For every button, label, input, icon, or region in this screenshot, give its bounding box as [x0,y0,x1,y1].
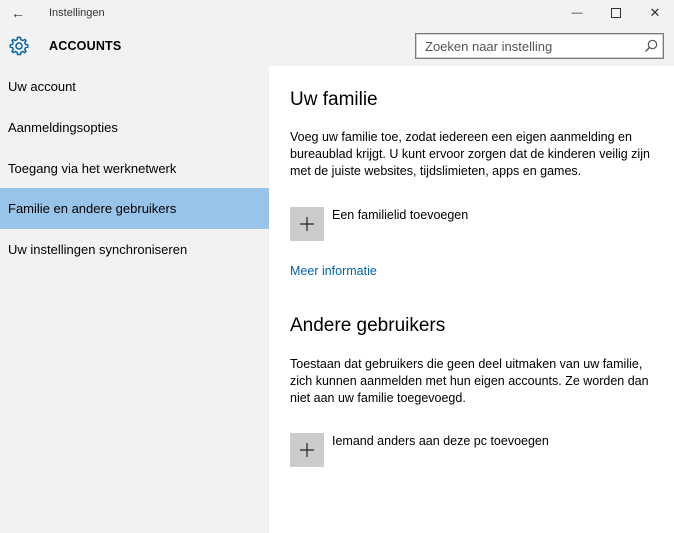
plus-icon [290,433,324,467]
settings-header: ACCOUNTS [0,26,674,66]
sidebar-item-label: Toegang via het werknetwerk [8,161,177,176]
sidebar-item-label: Uw account [8,79,76,94]
back-button[interactable]: ← [0,0,36,26]
search-input[interactable] [417,35,639,57]
family-heading: Uw familie [290,89,378,110]
sidebar: Uw account Aanmeldingsopties Toegang via… [0,66,269,533]
add-other-user-button[interactable]: Iemand anders aan deze pc toevoegen [290,433,660,467]
family-description: Voeg uw familie toe, zodat iedereen een … [290,130,650,178]
add-family-member-button[interactable]: Een familielid toevoegen [290,207,660,241]
other-users-description: Toestaan dat gebruikers die geen deel ui… [290,357,649,405]
window-title: Instellingen [49,7,105,19]
back-arrow-icon: ← [11,5,25,21]
sidebar-item-label: Familie en andere gebruikers [8,201,177,216]
maximize-button[interactable] [595,0,637,26]
plus-icon [290,207,324,241]
sidebar-item-label: Aanmeldingsopties [8,120,118,135]
sidebar-item-sync-settings[interactable]: Uw instellingen synchroniseren [0,229,269,270]
sidebar-item-label: Uw instellingen synchroniseren [8,242,188,257]
other-users-heading: Andere gebruikers [290,315,446,336]
search-icon[interactable] [643,38,659,54]
sidebar-item-sign-in-options[interactable]: Aanmeldingsopties [0,107,269,148]
close-icon: ✕ [649,5,661,20]
maximize-icon [611,8,621,18]
sidebar-item-family-other-users[interactable]: Familie en andere gebruikers [0,188,269,229]
gear-icon [9,36,29,56]
main-content: Uw familie Voeg uw familie toe, zodat ie… [269,66,674,533]
minimize-button[interactable]: — [556,0,598,26]
add-other-user-label: Iemand anders aan deze pc toevoegen [332,434,549,448]
sidebar-item-work-access[interactable]: Toegang via het werknetwerk [0,148,269,189]
more-info-link[interactable]: Meer informatie [290,264,377,278]
close-button[interactable]: ✕ [634,0,674,26]
add-family-member-label: Een familielid toevoegen [332,208,469,222]
minimize-icon: — [571,7,583,19]
search-box[interactable] [415,33,664,59]
section-title: ACCOUNTS [49,39,122,53]
title-bar: ← Instellingen — ✕ [0,0,674,26]
sidebar-item-your-account[interactable]: Uw account [0,66,269,107]
